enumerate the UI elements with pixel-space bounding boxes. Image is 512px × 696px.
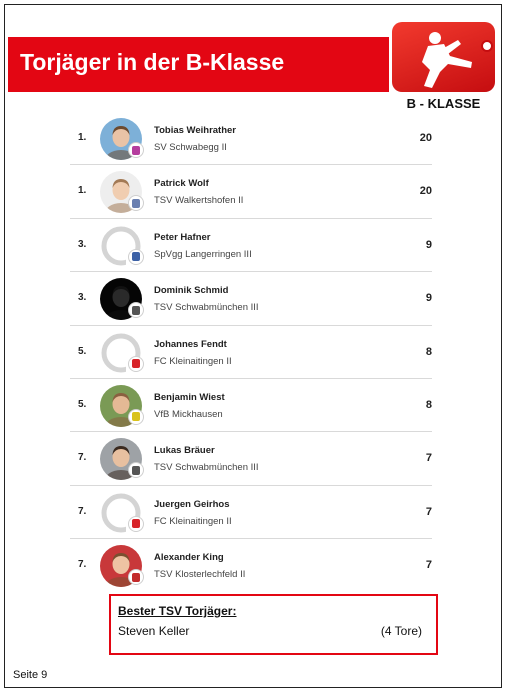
goal-count: 9 — [425, 238, 432, 251]
scorer-rank: 7. — [78, 452, 87, 464]
page-number: Seite 9 — [13, 669, 48, 681]
goal-count: 9 — [425, 292, 432, 305]
scorer-row: 7. Alexander King TSV Klosterlechfeld II 7 — [70, 539, 432, 592]
b-klasse-logo — [392, 22, 495, 92]
player-name[interactable]: Benjamin Wiest — [154, 392, 225, 403]
club-crest-icon — [128, 142, 144, 158]
player-name[interactable]: Patrick Wolf — [154, 178, 209, 189]
goal-count: 20 — [419, 132, 432, 144]
best-tsv-title: Bester TSV Torjäger: — [118, 604, 237, 618]
club-crest-icon — [128, 355, 144, 372]
scorer-rank: 7. — [78, 559, 87, 571]
player-name[interactable]: Lukas Bräuer — [154, 445, 215, 456]
player-name[interactable]: Tobias Weihrather — [154, 125, 236, 136]
club-crest-icon — [128, 302, 144, 319]
scorer-rank: 5. — [78, 345, 87, 357]
club-name[interactable]: SpVgg Langerringen III — [154, 249, 252, 260]
scorer-row: 3. Peter Hafner SpVgg Langerringen III 9 — [70, 219, 432, 273]
club-crest-icon — [128, 569, 144, 586]
player-name[interactable]: Juergen Geirhos — [154, 499, 230, 510]
scorer-row: 3. Dominik Schmid TSV Schwabmünchen III 9 — [70, 272, 432, 326]
player-name[interactable]: Alexander King — [154, 552, 224, 563]
page-title: Torjäger in der B-Klasse — [20, 49, 285, 75]
club-crest-icon — [128, 408, 144, 425]
title-bar: Torjäger in der B-Klasse — [8, 37, 389, 92]
goal-count: 8 — [425, 345, 432, 358]
goal-count: 7 — [425, 505, 432, 518]
club-name[interactable]: SV Schwabegg II — [154, 142, 227, 153]
player-silhouette-icon — [422, 32, 472, 88]
player-name[interactable]: Johannes Fendt — [154, 339, 227, 350]
club-crest-icon — [128, 248, 144, 265]
scorer-rank: 3. — [78, 238, 87, 250]
logo-label: B - KLASSE — [406, 96, 481, 111]
goal-count: 7 — [425, 452, 432, 465]
scorer-rank: 5. — [78, 398, 87, 410]
scorer-row: 1. Tobias Weihrather SV Schwabegg II 20 — [70, 112, 432, 166]
club-crest-icon — [128, 195, 144, 212]
player-name[interactable]: Peter Hafner — [154, 232, 211, 243]
ball-icon — [481, 40, 493, 52]
club-name[interactable]: FC Kleinaitingen II — [154, 516, 232, 527]
club-name[interactable]: TSV Schwabmünchen III — [154, 462, 259, 473]
scorer-row: 5. Johannes Fendt FC Kleinaitingen II 8 — [70, 326, 432, 379]
goal-count: 8 — [425, 398, 432, 411]
club-name[interactable]: TSV Walkertshofen II — [154, 195, 243, 206]
best-tsv-goals: (4 Tore) — [380, 624, 422, 638]
club-crest-icon — [128, 515, 144, 532]
scorer-rank: 1. — [78, 132, 87, 143]
best-tsv-name: Steven Keller — [118, 624, 190, 638]
goal-count: 20 — [419, 185, 432, 198]
scorer-row: 1. Patrick Wolf TSV Walkertshofen II 20 — [70, 165, 432, 219]
scorer-rank: 7. — [78, 505, 87, 517]
scorer-rank: 1. — [78, 185, 87, 197]
club-name[interactable]: VfB Mickhausen — [154, 409, 223, 420]
best-tsv-box: Bester TSV Torjäger: Steven Keller (4 To… — [109, 594, 438, 655]
scorer-rank: 3. — [78, 292, 87, 304]
goal-count: 7 — [425, 559, 432, 572]
club-name[interactable]: FC Kleinaitingen II — [154, 356, 232, 367]
club-name[interactable]: TSV Klosterlechfeld II — [154, 569, 245, 580]
scorer-row: 5. Benjamin Wiest VfB Mickhausen 8 — [70, 379, 432, 433]
club-crest-icon — [128, 462, 144, 479]
player-name[interactable]: Dominik Schmid — [154, 285, 228, 296]
scorer-row: 7. Lukas Bräuer TSV Schwabmünchen III 7 — [70, 432, 432, 486]
club-name[interactable]: TSV Schwabmünchen III — [154, 302, 259, 313]
scorer-list: 1. Tobias Weihrather SV Schwabegg II 20 1. Pa… — [70, 112, 432, 593]
scorer-row: 7. Juergen Geirhos FC Kleinaitingen II 7 — [70, 486, 432, 540]
